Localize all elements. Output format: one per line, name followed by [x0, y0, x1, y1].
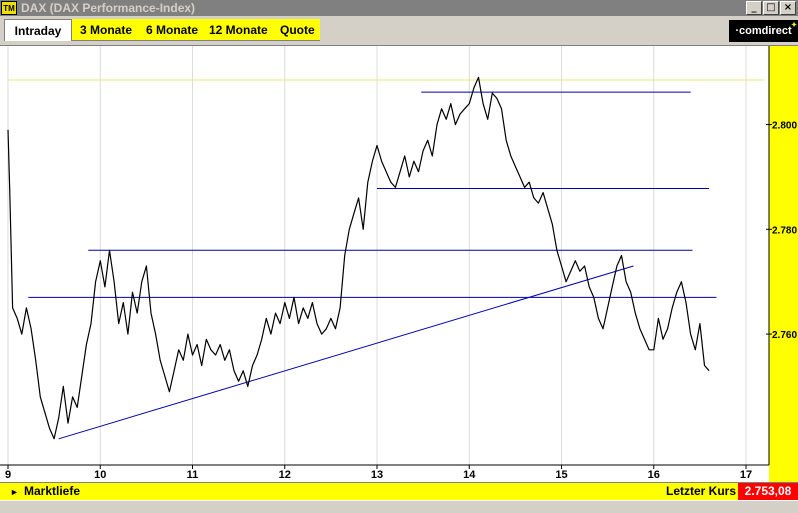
x-tick-label: 10 — [94, 469, 106, 481]
x-tick-label: 14 — [463, 469, 476, 481]
marktliefe-link[interactable]: Marktliefe — [24, 484, 80, 499]
tab-bar: Intraday 3 Monate 6 Monate 12 Monate Quo… — [0, 16, 798, 45]
x-tick-label: 13 — [371, 469, 383, 481]
x-tick-label: 12 — [279, 469, 291, 481]
intraday-chart[interactable]: 9 10 11 12 13 14 15 16 17 2.760 2.780 2.800 — [0, 45, 798, 483]
comdirect-logo: ·comdirect ✦ — [729, 20, 798, 42]
logo-mark-icon: ✦ — [791, 22, 797, 29]
x-tick-label: 9 — [5, 469, 11, 481]
tab-12-monate[interactable]: 12 Monate — [209, 19, 268, 41]
tab-6-monate[interactable]: 6 Monate — [146, 19, 198, 41]
last-price-value: 2.753,08 — [738, 483, 798, 500]
bottom-bar: ► Marktliefe Letzter Kurs 2.753,08 — [0, 482, 798, 500]
x-tick-label: 15 — [555, 469, 567, 481]
x-tick-label: 11 — [187, 469, 199, 481]
title-bar: TM DAX (DAX Performance-Index) _ □ × — [0, 0, 798, 16]
price-series-line — [7, 76, 710, 440]
maximize-button[interactable]: □ — [763, 1, 779, 15]
app-icon: TM — [1, 1, 17, 15]
close-button[interactable]: × — [780, 1, 796, 15]
x-tick-label: 17 — [740, 469, 752, 481]
y-tick-label: 2.800 — [772, 121, 797, 132]
x-tick-label: 16 — [648, 469, 660, 481]
logo-text: ·comdirect — [735, 25, 792, 37]
y-tick-label: 2.760 — [772, 330, 797, 341]
status-bar — [0, 500, 798, 513]
minimize-button[interactable]: _ — [746, 1, 762, 15]
window-title: DAX (DAX Performance-Index) — [21, 1, 196, 15]
chart-canvas: 9 10 11 12 13 14 15 16 17 2.760 2.780 2.800 — [0, 46, 797, 481]
last-price-label: Letzter Kurs — [665, 484, 736, 498]
tab-quote[interactable]: Quote — [280, 19, 315, 41]
trend-line — [58, 265, 634, 440]
tab-intraday[interactable]: Intraday — [4, 19, 72, 41]
expand-arrow-icon[interactable]: ► — [10, 485, 19, 499]
tab-3-monate[interactable]: 3 Monate — [80, 19, 132, 41]
y-tick-label: 2.780 — [772, 225, 797, 236]
